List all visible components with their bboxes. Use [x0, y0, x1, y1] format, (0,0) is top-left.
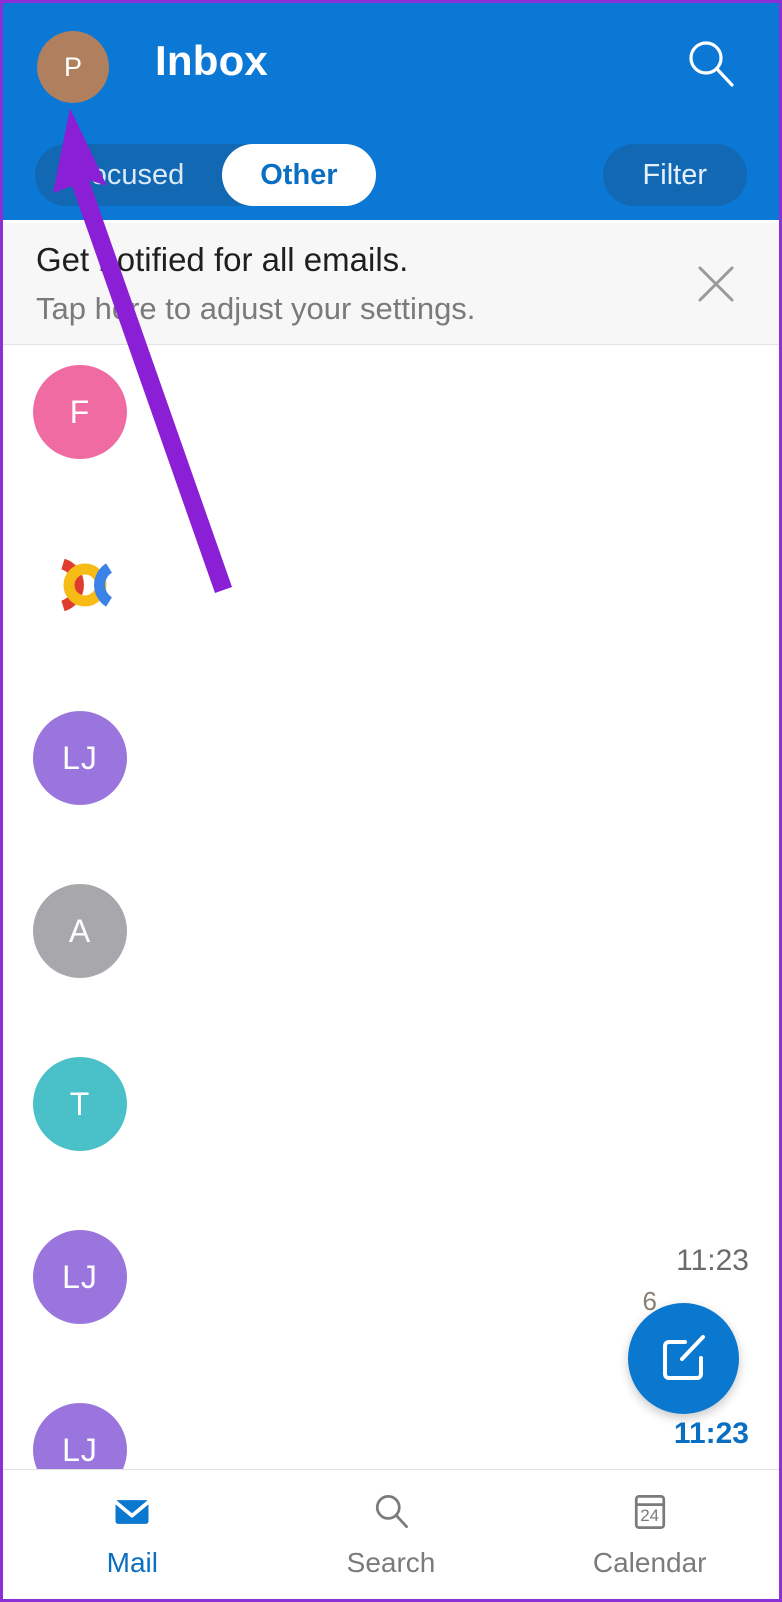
profile-avatar-initial: P — [63, 51, 82, 82]
focused-other-toggle[interactable]: Focused Other — [35, 144, 376, 206]
table-row[interactable]: A — [3, 864, 779, 1037]
notification-banner[interactable]: Get notified for all emails. Tap here to… — [3, 223, 779, 345]
nav-item-calendar-label: Calendar — [592, 1547, 707, 1578]
table-row[interactable]: LJ — [3, 691, 779, 864]
avatar[interactable]: F — [33, 365, 127, 459]
compose-button[interactable] — [628, 1303, 739, 1414]
nav-item-search[interactable]: Search — [262, 1470, 521, 1599]
avatar-initial: LJ — [62, 1431, 98, 1468]
filter-button[interactable]: Filter — [602, 144, 747, 206]
tab-other[interactable]: Other — [222, 144, 376, 206]
page-title: Inbox — [155, 37, 268, 84]
mail-row-timestamp: 11:23 — [673, 1417, 749, 1450]
filter-button-label: Filter — [642, 158, 707, 191]
calendar-day-number: 24 — [640, 1506, 660, 1525]
mail-row-timestamp: 11:23 — [676, 1244, 749, 1277]
tab-focused-label: Focused — [73, 158, 185, 191]
bottom-navigation[interactable]: Mail Search 24 Calendar — [3, 1469, 779, 1599]
table-row[interactable]: T — [3, 1037, 779, 1210]
nav-item-mail[interactable]: Mail — [3, 1470, 262, 1599]
header-top-bar: P Inbox — [3, 3, 779, 126]
avatar[interactable]: LJ — [33, 1403, 127, 1469]
calendar-icon: 24 — [626, 1490, 674, 1539]
compose-icon — [656, 1328, 712, 1389]
table-row[interactable] — [3, 518, 779, 691]
nav-item-mail-label: Mail — [106, 1547, 158, 1578]
profile-avatar[interactable]: P — [37, 31, 109, 103]
mail-icon — [108, 1490, 156, 1539]
tab-focused[interactable]: Focused — [35, 144, 222, 206]
table-row[interactable]: F — [3, 345, 779, 518]
avatar[interactable]: LJ — [33, 711, 127, 805]
mail-list[interactable]: F LJ A T LJ 11:23 6 LJ 11:23 — [3, 345, 779, 1469]
search-icon[interactable] — [683, 36, 739, 92]
nav-item-search-label: Search — [346, 1547, 436, 1578]
google-logo-icon[interactable] — [33, 538, 127, 632]
outlook-mobile-screen: P Inbox Focused Other Filter Get notifie — [0, 0, 782, 1602]
nav-item-calendar[interactable]: 24 Calendar — [520, 1470, 779, 1599]
banner-title: Get notified for all emails. — [36, 241, 409, 278]
avatar-initial: A — [68, 912, 92, 949]
avatar-initial: F — [69, 393, 91, 430]
avatar[interactable]: A — [33, 884, 127, 978]
banner-subtitle: Tap here to adjust your settings. — [36, 291, 476, 326]
avatar-initial: T — [69, 1085, 91, 1122]
search-icon — [367, 1490, 415, 1539]
avatar-initial: LJ — [62, 739, 98, 776]
avatar[interactable]: LJ — [33, 1230, 127, 1324]
close-icon[interactable] — [691, 259, 741, 309]
avatar[interactable]: T — [33, 1057, 127, 1151]
avatar-initial: LJ — [62, 1258, 98, 1295]
app-header: P Inbox Focused Other Filter — [3, 3, 779, 220]
tab-other-label: Other — [260, 158, 338, 191]
